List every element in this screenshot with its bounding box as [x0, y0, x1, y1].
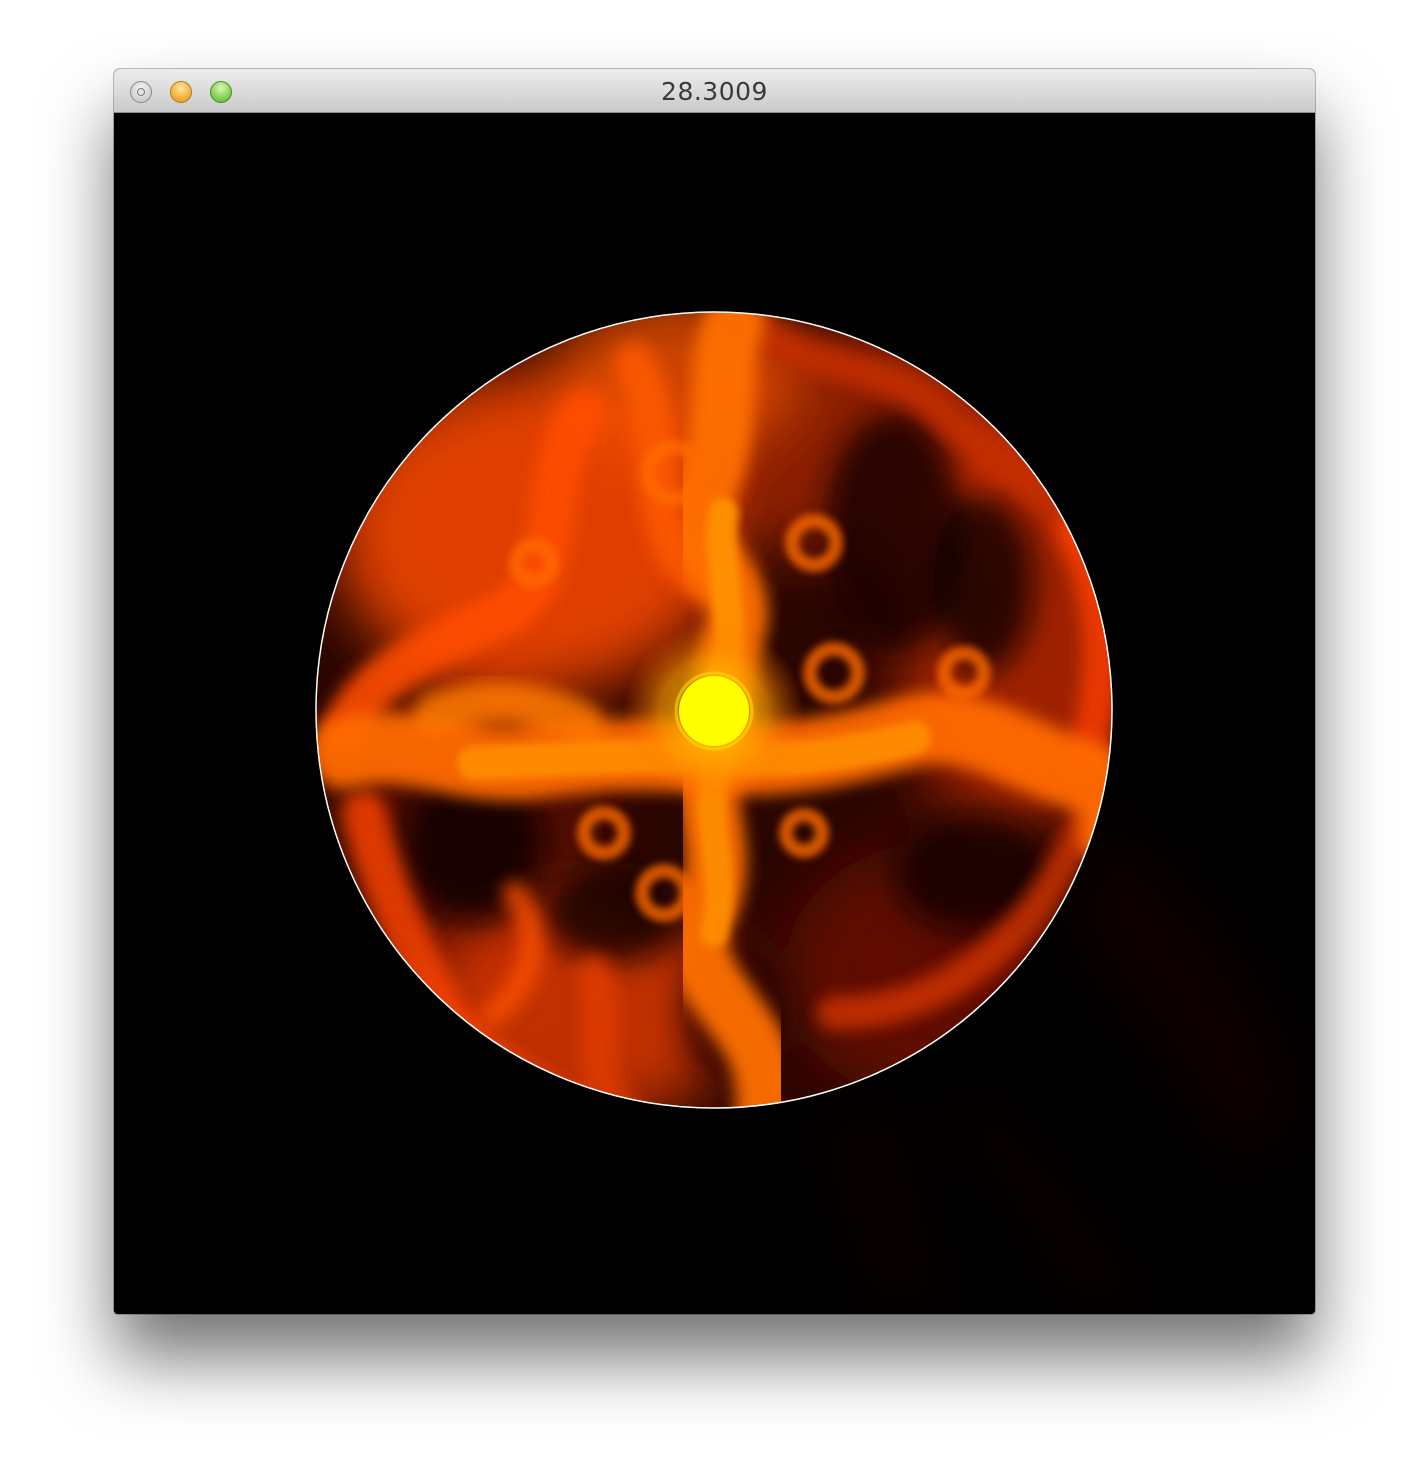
- simulation-canvas[interactable]: [114, 113, 1315, 1314]
- fluid-simulation-render: [315, 311, 1304, 1313]
- window-title: 28.3009: [661, 77, 768, 106]
- window-titlebar[interactable]: 28.3009: [114, 69, 1315, 113]
- app-window: 28.3009: [114, 69, 1315, 1314]
- heat-source: [679, 676, 749, 746]
- desktop: 28.3009: [0, 0, 1428, 1472]
